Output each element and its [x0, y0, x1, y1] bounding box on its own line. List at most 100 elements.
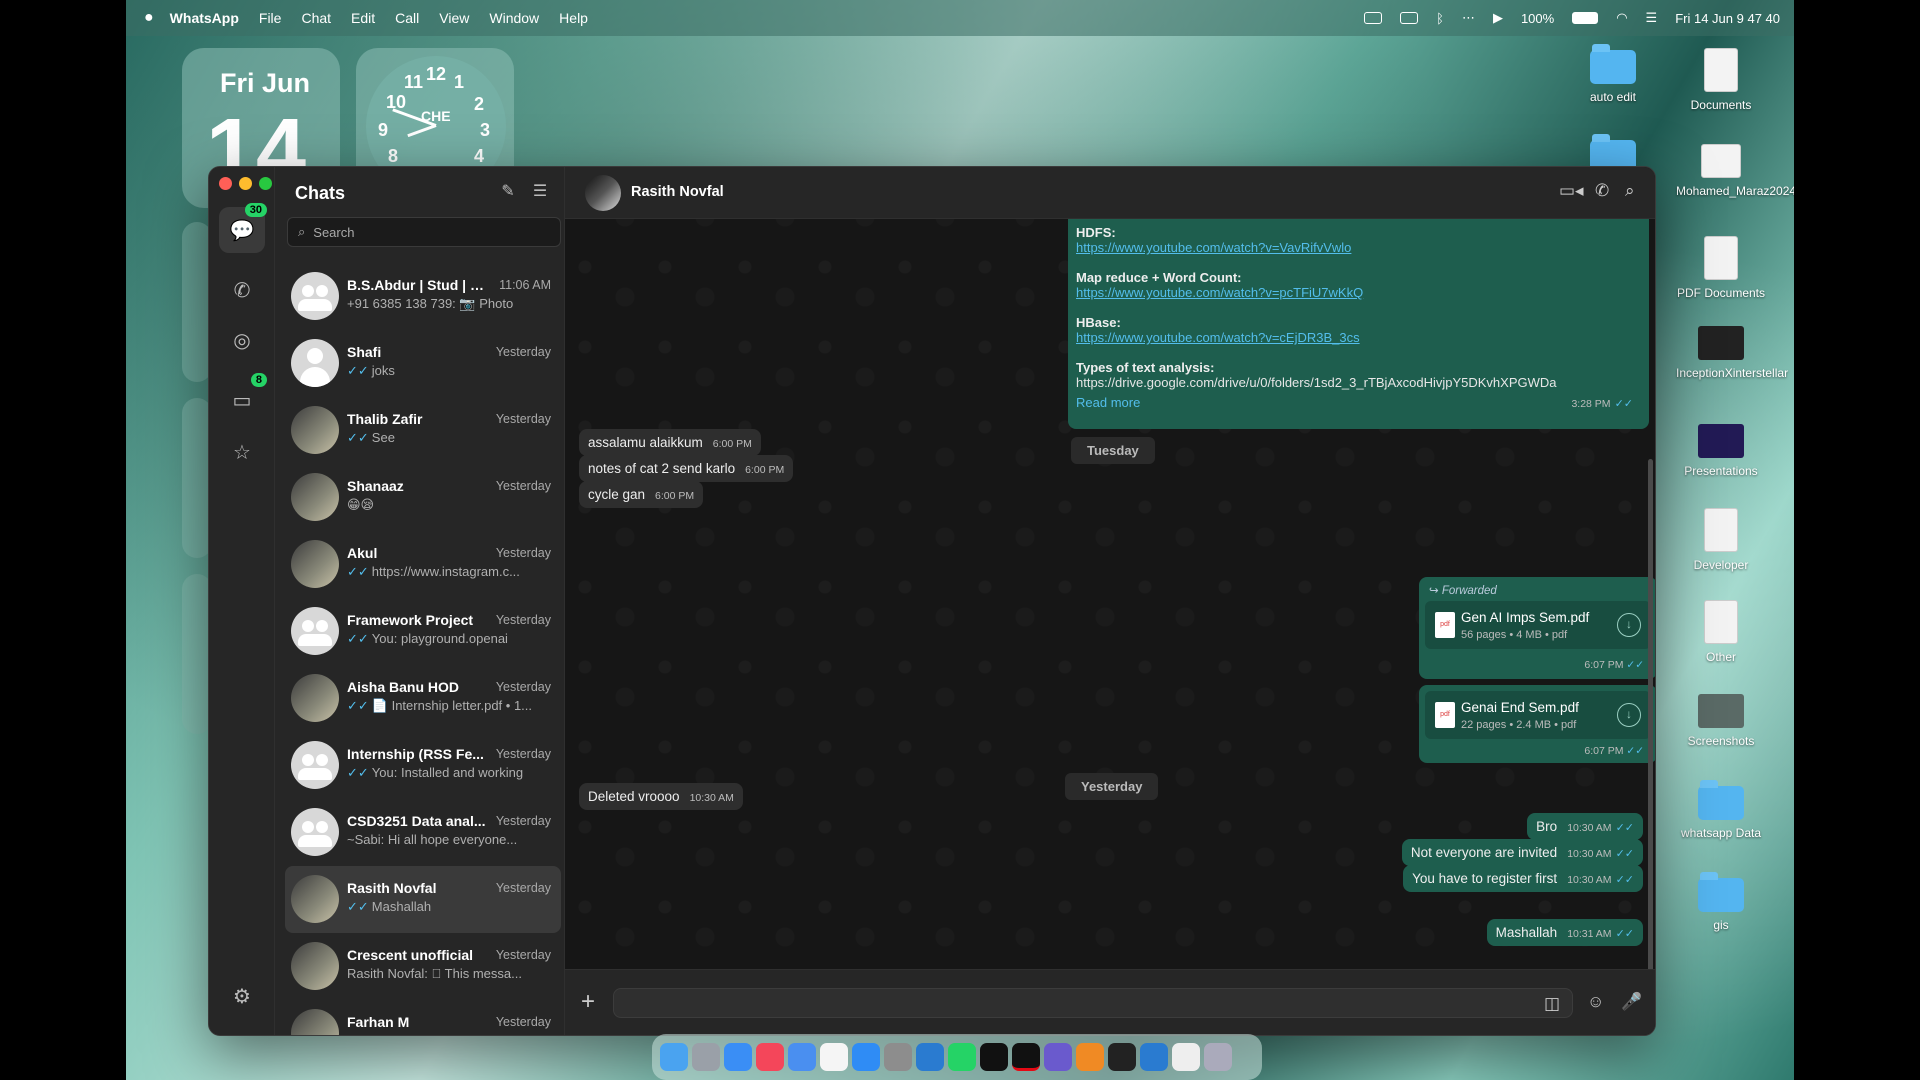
screen-mirror-icon[interactable] [1400, 12, 1419, 24]
desktop-icon-image[interactable]: Mohamed_Maraz2024041...amjt.jpg [1676, 144, 1794, 198]
read-more-link[interactable]: Read more [1076, 395, 1140, 410]
desktop-icon-inception[interactable]: InceptionXinterstellar [1676, 326, 1788, 380]
message-bubble-incoming[interactable]: cycle gan 6:00 PM [579, 481, 704, 508]
menu-app-name[interactable]: WhatsApp [154, 10, 249, 26]
voice-call-icon[interactable]: ✆ [1595, 181, 1609, 201]
file-card[interactable]: pdf Gen AI Imps Sem.pdf 56 pages • 4 MB … [1425, 601, 1651, 649]
finder-dock-icon[interactable] [660, 1043, 688, 1071]
safari-dock-icon[interactable] [724, 1043, 752, 1071]
filter-icon[interactable]: ☰ [529, 181, 551, 203]
mail-dock-icon[interactable] [788, 1043, 816, 1071]
battery-percent[interactable]: 100% [1521, 11, 1554, 26]
new-chat-icon[interactable]: ✎ [497, 181, 519, 203]
play-icon[interactable]: ▶ [1493, 10, 1503, 26]
chat-list-item[interactable]: Thalib Zafir Yesterday ✓✓ See [285, 397, 561, 464]
desktop-icon-developer[interactable]: Developer [1676, 508, 1766, 572]
chat-list-item[interactable]: Framework Project Yesterday ✓✓ You: playgro… [285, 598, 561, 665]
message-link[interactable]: https://www.youtube.com/watch?v=cEjDR3B_… [1076, 330, 1360, 345]
message-link[interactable]: https://www.youtube.com/watch?v=pcTFiU7w… [1076, 285, 1363, 300]
menu-view[interactable]: View [429, 10, 479, 26]
apple-icon[interactable]: ● [144, 9, 154, 27]
vlc-dock-icon[interactable] [1076, 1043, 1104, 1071]
chat-list-item[interactable]: Rasith Novfal Yesterday ✓✓ Mashallah [285, 866, 561, 933]
emoji-icon[interactable]: ☺ [1587, 992, 1604, 1012]
calls-nav-button[interactable]: ✆ [219, 267, 265, 313]
vscode-insiders-dock-icon[interactable] [1140, 1043, 1168, 1071]
download-icon[interactable]: ↓ [1617, 613, 1641, 637]
desktop-icon-other[interactable]: Other [1676, 600, 1766, 664]
menu-window[interactable]: Window [479, 10, 549, 26]
wifi-icon[interactable]: ◠ [1616, 10, 1627, 26]
system-settings-dock-icon[interactable] [884, 1043, 912, 1071]
video-call-icon[interactable]: ▭◂ [1559, 181, 1584, 201]
chat-list-item[interactable]: Internship (RSS Fe... Yesterday ✓✓ You: Ins… [285, 732, 561, 799]
message-bubble-incoming[interactable]: assalamu alaikkum 6:00 PM [579, 429, 761, 456]
battery-icon[interactable] [1572, 12, 1599, 24]
display-icon[interactable] [1364, 12, 1383, 24]
menubar-clock[interactable]: Fri 14 Jun 9 47 40 [1675, 11, 1780, 26]
archived-nav-button[interactable]: ▭ 8 [219, 373, 267, 423]
desktop-icon-pdf-documents[interactable]: PDF Documents [1676, 236, 1766, 300]
message-bubble-outgoing[interactable]: Bro 10:30 AM ✓✓ [1527, 813, 1643, 840]
vscode-dock-icon[interactable] [916, 1043, 944, 1071]
sticker-icon[interactable]: ◫ [1544, 994, 1560, 1014]
zoom-window-button[interactable] [259, 177, 272, 190]
settings-nav-button[interactable]: ⚙ [219, 973, 265, 1019]
message-bubble-outgoing[interactable]: Not everyone are invited 10:30 AM ✓✓ [1401, 839, 1643, 866]
terminal-dock-icon[interactable] [1108, 1043, 1136, 1071]
desktop-icon-presentations[interactable]: Presentations [1676, 424, 1766, 478]
app-store-dock-icon[interactable] [852, 1043, 880, 1071]
message-field[interactable]: ◫ [613, 988, 1573, 1018]
message-link[interactable]: https://www.youtube.com/watch?v=VavRifvV… [1076, 240, 1351, 255]
chat-list-item[interactable]: Akul Yesterday ✓✓ https://www.instagram.c..… [285, 531, 561, 598]
scrollbar[interactable] [1648, 459, 1653, 969]
video-app-dock-icon[interactable] [1044, 1043, 1072, 1071]
contact-name[interactable]: Rasith Novfal [631, 184, 724, 200]
menu-help[interactable]: Help [549, 10, 598, 26]
attach-plus-icon[interactable]: + [581, 988, 595, 1016]
menu-call[interactable]: Call [385, 10, 429, 26]
message-bubble-outgoing[interactable]: Mashallah 10:31 AM ✓✓ [1486, 919, 1643, 946]
search-box[interactable]: ⌕ [287, 217, 561, 247]
calendar-dock-icon[interactable] [820, 1043, 848, 1071]
starred-nav-button[interactable]: ☆ [219, 429, 265, 475]
desktop-icon-documents[interactable]: Documents [1676, 48, 1766, 112]
search-icon[interactable]: ⌕ [1625, 181, 1635, 201]
airdrop-icon[interactable]: ⋯ [1462, 10, 1475, 26]
close-window-button[interactable] [219, 177, 232, 190]
bluetooth-icon[interactable]: ᛒ [1436, 11, 1444, 26]
chat-list-item[interactable]: Shafi Yesterday ✓✓ joks [285, 330, 561, 397]
conversation-header[interactable]: Rasith Novfal ▭◂ ✆ ⌕ [565, 167, 1655, 219]
search-input[interactable] [313, 224, 544, 240]
menu-file[interactable]: File [249, 10, 292, 26]
message-bubble-incoming[interactable]: Deleted vroooo 10:30 AM [579, 783, 743, 810]
status-nav-button[interactable]: ◎ [219, 317, 265, 363]
download-icon[interactable]: ↓ [1617, 703, 1641, 727]
chat-list-item[interactable]: Farhan M Yesterday Mmm [285, 1000, 561, 1035]
control-center-icon[interactable]: ☰ [1646, 10, 1658, 26]
forwarded-file-bubble[interactable]: ↪ Forwarded pdf Gen AI Imps Sem.pdf 56 p… [1419, 577, 1655, 679]
menu-edit[interactable]: Edit [341, 10, 385, 26]
chat-list-item[interactable]: Shanaaz Yesterday 😁😪 [285, 464, 561, 531]
message-bubble-incoming[interactable]: notes of cat 2 send karlo 6:00 PM [579, 455, 794, 482]
documents-dock-icon[interactable] [1172, 1043, 1200, 1071]
chat-list-item[interactable]: B.S.Abdur | Stud | Li... 11:06 AM +91 6385… [285, 263, 561, 330]
microphone-icon[interactable]: 🎤 [1621, 992, 1642, 1012]
music-dock-icon[interactable] [756, 1043, 784, 1071]
chat-list-item[interactable]: Aisha Banu HOD Yesterday ✓✓ 📄 Internship le… [285, 665, 561, 732]
file-bubble[interactable]: pdf Genai End Sem.pdf 22 pages • 2.4 MB … [1419, 685, 1655, 763]
message-input[interactable] [624, 995, 1484, 1011]
launchpad-dock-icon[interactable] [692, 1043, 720, 1071]
chat-list-item[interactable]: Crescent unofficial Yesterday Rasith Novfa… [285, 933, 561, 1000]
message-bubble-outgoing[interactable]: You have to register first 10:30 AM ✓✓ [1403, 865, 1643, 892]
minimize-window-button[interactable] [239, 177, 252, 190]
netflix-dock-icon[interactable] [1012, 1043, 1040, 1071]
desktop-icon-screenshots[interactable]: Screenshots [1676, 694, 1766, 748]
desktop-icon-whatsapp-data[interactable]: whatsapp Data [1676, 780, 1766, 840]
menu-chat[interactable]: Chat [291, 10, 341, 26]
chat-list-item[interactable]: CSD3251 Data anal... Yesterday ~Sabi: Hi a… [285, 799, 561, 866]
message-bubble-outgoing[interactable]: HDFS: https://www.youtube.com/watch?v=Va… [1068, 219, 1649, 429]
desktop-icon-auto-edit[interactable]: auto edit [1568, 44, 1658, 104]
whatsapp-dock-icon[interactable] [948, 1043, 976, 1071]
apple-tv-dock-icon[interactable] [980, 1043, 1008, 1071]
